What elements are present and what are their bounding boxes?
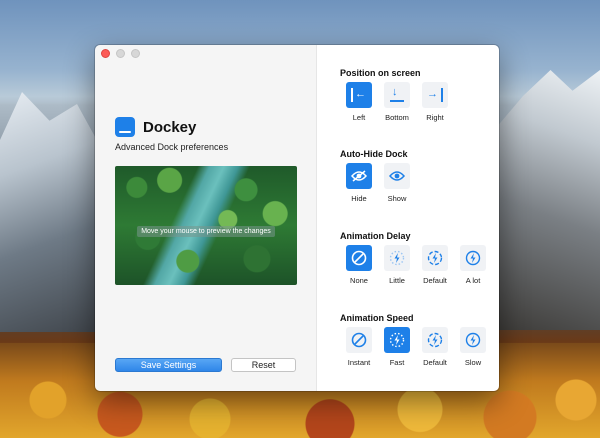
preview-hint: Move your mouse to preview the changes — [137, 226, 275, 237]
delay-section: Animation Delay None Little Default A lo… — [340, 231, 486, 285]
fast-speed-icon — [389, 332, 405, 348]
close-button[interactable] — [101, 49, 110, 58]
dock-right-icon: → — [427, 88, 443, 102]
no-delay-icon — [351, 250, 367, 266]
save-settings-button[interactable]: Save Settings — [115, 358, 222, 372]
dock-bottom-icon: ↓ — [389, 87, 405, 102]
delay-default-label: Default — [423, 276, 447, 285]
speed-section: Animation Speed Instant Fast Default Slo… — [340, 313, 486, 367]
window-controls — [101, 49, 140, 58]
app-subtitle: Advanced Dock preferences — [115, 142, 229, 152]
position-section: Position on screen ← Left ↓ Bottom → Rig… — [340, 68, 448, 122]
speed-options: Instant Fast Default Slow — [340, 327, 492, 367]
autohide-title: Auto-Hide Dock — [340, 149, 408, 159]
speed-default-option[interactable]: Default — [416, 327, 454, 367]
eye-icon — [389, 171, 405, 181]
autohide-section: Auto-Hide Dock Hide Show — [340, 149, 410, 203]
speed-fast-option[interactable]: Fast — [378, 327, 416, 367]
speed-fast-label: Fast — [389, 358, 405, 367]
delay-little-label: Little — [389, 276, 405, 285]
speed-title: Animation Speed — [340, 313, 414, 323]
delay-default-option[interactable]: Default — [416, 245, 454, 285]
autohide-show-option[interactable]: Show — [378, 163, 416, 203]
delay-alot-label: A lot — [465, 276, 481, 285]
dockey-window: Dockey Advanced Dock preferences Move yo… — [95, 45, 499, 391]
dockey-app-icon — [115, 117, 135, 137]
delay-title: Animation Delay — [340, 231, 411, 241]
zoom-button[interactable] — [131, 49, 140, 58]
little-delay-icon — [389, 250, 405, 266]
position-left-option[interactable]: ← Left — [340, 82, 378, 122]
speed-slow-label: Slow — [464, 358, 482, 367]
autohide-hide-option[interactable]: Hide — [340, 163, 378, 203]
autohide-show-label: Show — [387, 194, 407, 203]
lot-delay-icon — [465, 250, 481, 266]
position-right-option[interactable]: → Right — [416, 82, 454, 122]
reset-button[interactable]: Reset — [231, 358, 296, 372]
app-brand: Dockey — [115, 117, 196, 137]
preview-area[interactable]: Move your mouse to preview the changes — [115, 166, 297, 285]
eye-hidden-icon — [351, 170, 367, 182]
delay-none-label: None — [350, 276, 368, 285]
mountain-left — [0, 92, 110, 332]
speed-default-label: Default — [423, 358, 447, 367]
delay-options: None Little Default A lot — [340, 245, 492, 285]
mountain-right — [490, 70, 600, 330]
speed-instant-option[interactable]: Instant — [340, 327, 378, 367]
autohide-options: Hide Show — [340, 163, 416, 203]
speed-slow-option[interactable]: Slow — [454, 327, 492, 367]
position-title: Position on screen — [340, 68, 421, 78]
left-pane: Dockey Advanced Dock preferences Move yo… — [95, 45, 316, 391]
position-left-label: Left — [352, 113, 366, 122]
minimize-button[interactable] — [116, 49, 125, 58]
position-right-label: Right — [426, 113, 444, 122]
delay-alot-option[interactable]: A lot — [454, 245, 492, 285]
right-pane: Position on screen ← Left ↓ Bottom → Rig… — [316, 45, 499, 391]
slow-speed-icon — [465, 332, 481, 348]
dock-left-icon: ← — [351, 88, 367, 102]
default-delay-icon — [427, 250, 443, 266]
position-bottom-option[interactable]: ↓ Bottom — [378, 82, 416, 122]
position-options: ← Left ↓ Bottom → Right — [340, 82, 454, 122]
speed-instant-label: Instant — [347, 358, 371, 367]
default-speed-icon — [427, 332, 443, 348]
instant-speed-icon — [351, 332, 367, 348]
autohide-hide-label: Hide — [351, 194, 367, 203]
delay-none-option[interactable]: None — [340, 245, 378, 285]
delay-little-option[interactable]: Little — [378, 245, 416, 285]
app-name: Dockey — [143, 118, 197, 136]
position-bottom-label: Bottom — [385, 113, 409, 122]
